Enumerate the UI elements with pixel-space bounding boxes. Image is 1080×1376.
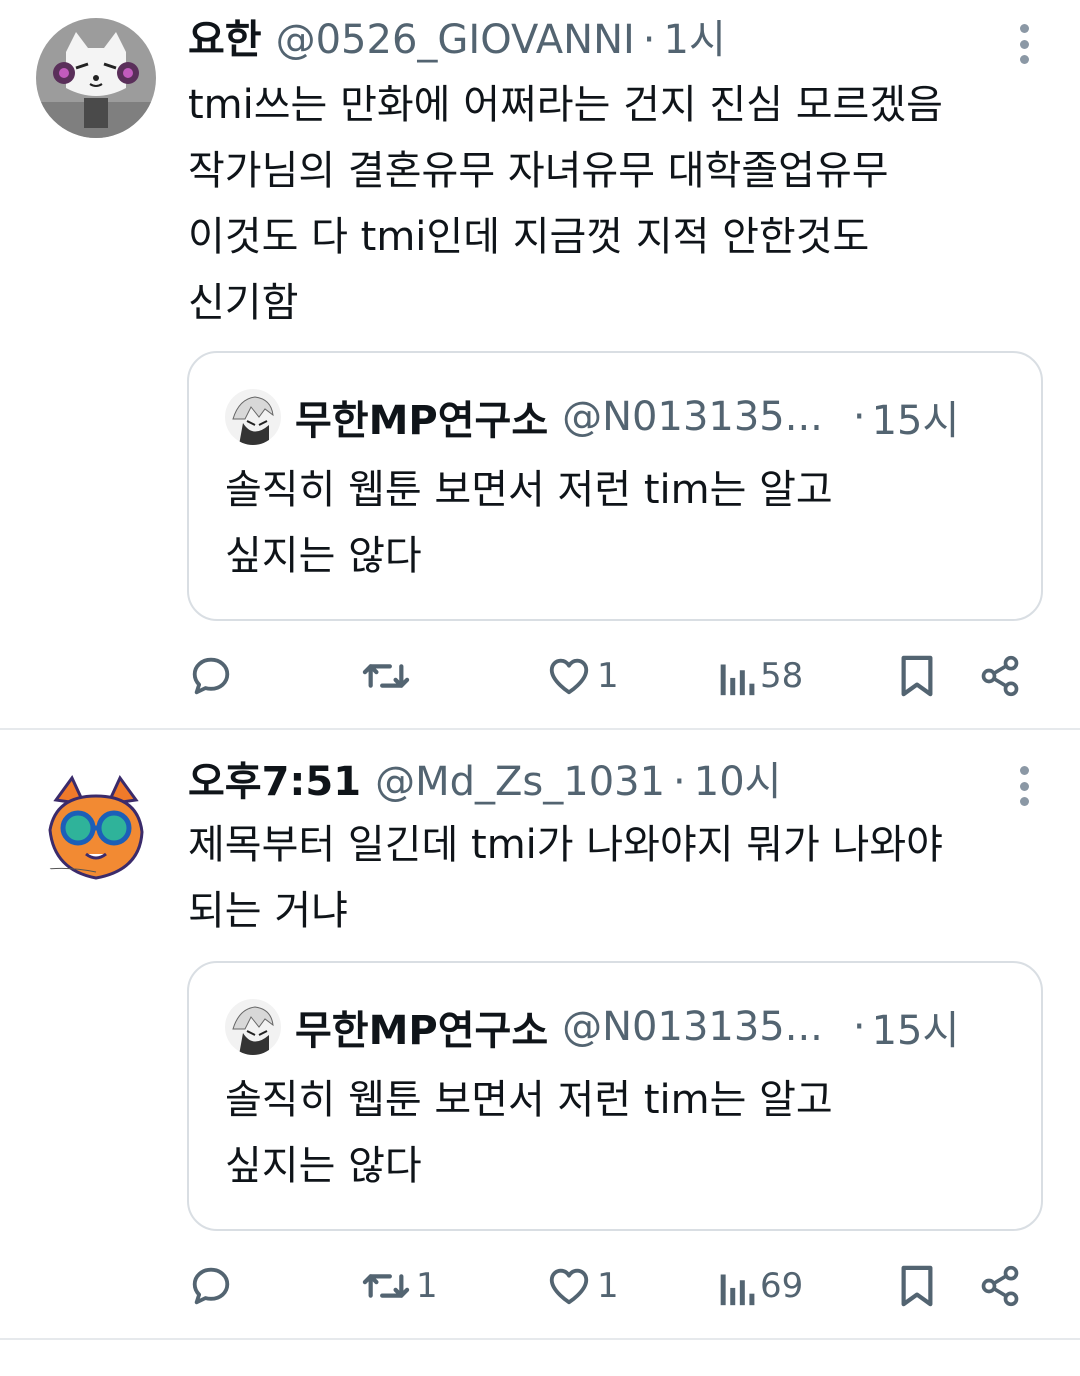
bookmark-button[interactable] (896, 646, 938, 706)
tweet-text-line: 되는 거냐 (188, 888, 348, 934)
retweet-button[interactable]: 1 (360, 1256, 438, 1316)
quoted-author-name: 무한MP연구소 (295, 398, 549, 444)
quoted-author-name: 무한MP연구소 (295, 1008, 549, 1054)
avatar[interactable] (36, 770, 156, 890)
quoted-author-handle: @N013135... (562, 1004, 823, 1050)
tweet-header: 오후7:51 @Md_Zs_1031 · 10시 (188, 758, 1010, 806)
share-icon (981, 655, 1019, 697)
bookmark-icon (901, 655, 933, 697)
quoted-author-handle: @N013135... (562, 394, 823, 440)
share-button[interactable] (978, 1256, 1022, 1316)
views-chart-icon (720, 664, 755, 696)
like-button[interactable]: 1 (545, 646, 619, 706)
quoted-tweet-header: 무한MP연구소 @N013135... · 15시 (225, 999, 1005, 1055)
quoted-avatar (225, 999, 281, 1055)
quoted-tweet-text: 솔직히 웹툰 보면서 저런 tim는 알고 싶지는 않다 (225, 457, 833, 589)
retweet-icon (362, 1274, 410, 1298)
more-options-icon[interactable] (1018, 24, 1030, 64)
quoted-text-line: 싶지는 않다 (225, 1143, 422, 1189)
reply-icon (192, 657, 230, 695)
timestamp[interactable]: 1시 (664, 16, 726, 64)
avatar-anime-sketch-icon (225, 389, 281, 445)
views-chart-icon (720, 1274, 755, 1306)
reply-button[interactable] (188, 646, 238, 706)
quoted-tweet[interactable]: 무한MP연구소 @N013135... · 15시 솔직히 웹툰 보면서 저런 … (187, 351, 1043, 621)
retweet-count: 1 (416, 1266, 438, 1306)
views-count: 69 (760, 1266, 804, 1306)
tweet-text-line: 이것도 다 tmi인데 지금껏 지적 안한것도 (188, 214, 870, 260)
quoted-tweet-header: 무한MP연구소 @N013135... · 15시 (225, 389, 1005, 445)
like-count: 1 (597, 1266, 619, 1306)
views-button[interactable]: 69 (716, 1256, 803, 1316)
tweet-text: tmi쓰는 만화에 어쩌라는 건지 진심 모르겠음 작가님의 결혼유무 자녀유무… (188, 72, 1040, 336)
tweet-text-line: 신기함 (188, 280, 299, 326)
heart-icon (549, 1268, 589, 1305)
heart-icon (549, 658, 589, 695)
author-handle[interactable]: @Md_Zs_1031 (375, 758, 665, 806)
share-icon (981, 1265, 1019, 1307)
quoted-tweet[interactable]: 무한MP연구소 @N013135... · 15시 솔직히 웹툰 보면서 저런 … (187, 961, 1043, 1231)
quoted-avatar (225, 389, 281, 445)
tweet[interactable]: 요한 @0526_GIOVANNI · 1시 tmi쓰는 만화에 어쩌라는 건지… (0, 0, 1080, 730)
bookmark-icon (901, 1265, 933, 1307)
bookmark-button[interactable] (896, 1256, 938, 1316)
tweet-text-line: 제목부터 일긴데 tmi가 나와야지 뭐가 나와야 (188, 822, 943, 868)
quoted-text-line: 솔직히 웹툰 보면서 저런 tim는 알고 (225, 1077, 833, 1123)
timestamp[interactable]: 10시 (694, 758, 782, 806)
reply-button[interactable] (188, 1256, 238, 1316)
separator-dot: · (642, 17, 656, 63)
avatar-anime-sketch-icon (225, 999, 281, 1055)
avatar-cat-headphones-icon (36, 18, 156, 138)
avatar[interactable] (36, 18, 156, 138)
separator-dot: · (852, 394, 866, 440)
views-button[interactable]: 58 (716, 646, 803, 706)
action-bar: 1 1 69 (0, 1256, 1080, 1316)
tweet-text-line: 작가님의 결혼유무 자녀유무 대학졸업유무 (188, 148, 889, 194)
retweet-icon (362, 664, 410, 688)
avatar-orange-fox-goggles-icon (36, 770, 156, 890)
separator-dot: · (673, 759, 686, 805)
retweet-button[interactable] (360, 646, 416, 706)
tweet[interactable]: 오후7:51 @Md_Zs_1031 · 10시 제목부터 일긴데 tmi가 나… (0, 730, 1080, 1340)
share-button[interactable] (978, 646, 1022, 706)
quoted-timestamp: 15시 (871, 1008, 960, 1054)
quoted-timestamp: 15시 (871, 398, 960, 444)
more-options-icon[interactable] (1018, 766, 1030, 806)
quoted-text-line: 솔직히 웹툰 보면서 저런 tim는 알고 (225, 467, 833, 513)
quoted-text-line: 싶지는 않다 (225, 533, 422, 579)
tweet-header: 요한 @0526_GIOVANNI · 1시 (188, 16, 1010, 64)
reply-icon (192, 1267, 230, 1305)
separator-dot: · (852, 1004, 866, 1050)
quoted-tweet-text: 솔직히 웹툰 보면서 저런 tim는 알고 싶지는 않다 (225, 1067, 833, 1199)
tweet-text: 제목부터 일긴데 tmi가 나와야지 뭐가 나와야 되는 거냐 (188, 812, 1040, 944)
like-button[interactable]: 1 (545, 1256, 619, 1316)
author-handle[interactable]: @0526_GIOVANNI (276, 16, 635, 64)
author-name[interactable]: 오후7:51 (188, 758, 361, 806)
author-name[interactable]: 요한 (188, 16, 262, 64)
like-count: 1 (597, 656, 619, 696)
action-bar: 1 58 (0, 646, 1080, 706)
views-count: 58 (760, 656, 804, 696)
tweet-text-line: tmi쓰는 만화에 어쩌라는 건지 진심 모르겠음 (188, 82, 943, 128)
